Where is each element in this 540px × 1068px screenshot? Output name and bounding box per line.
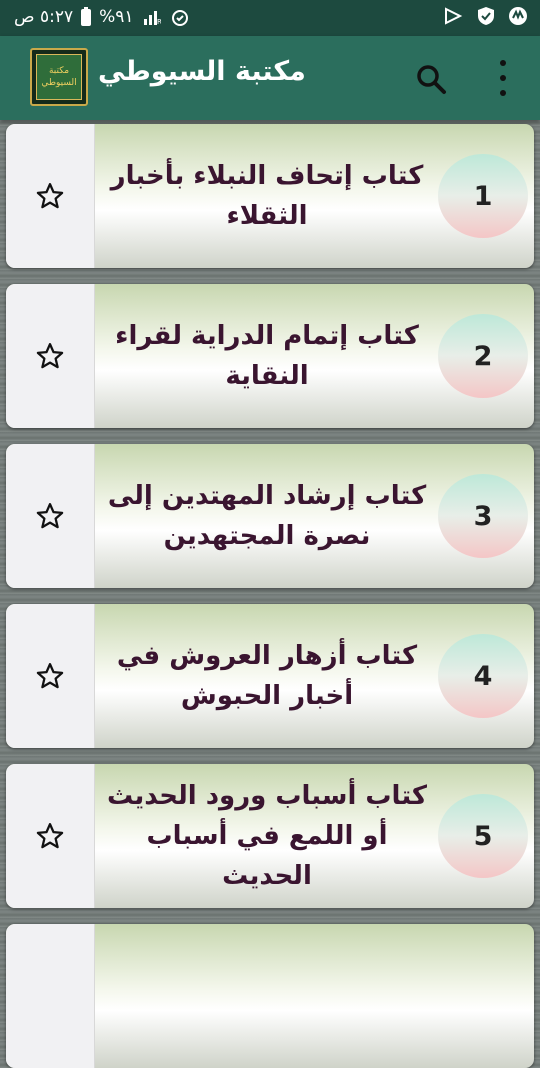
book-number: 5 [438,794,528,878]
favorite-button[interactable] [6,924,95,1068]
star-outline-icon [36,663,64,689]
favorite-button[interactable] [6,124,95,268]
favorite-button[interactable] [6,604,95,748]
clock-time: ٥:٢٧ ص [14,7,74,27]
battery-icon [81,6,92,26]
alarm-icon [170,7,190,27]
star-outline-icon [36,823,64,849]
more-vert-icon[interactable] [488,56,518,100]
app-title: مكتبة السيوطي [98,56,306,87]
menu-dot [500,60,506,66]
signal-icon: R [142,7,162,27]
favorite-button[interactable] [6,444,95,588]
logo-line-1: مكتبة [48,66,70,76]
status-left: ٥:٢٧ ص %٩١ R [14,6,190,27]
book-card-4[interactable]: كتاب أزهار العروش في أخبار الحبوش 4 [6,604,534,748]
star-outline-icon [36,343,64,369]
app-logo-inner: مكتبة السيوطي [36,54,82,100]
search-button[interactable] [414,62,448,96]
book-card-3[interactable]: كتاب إرشاد المهتدين إلى نصرة المجتهدين 3 [6,444,534,588]
menu-dot [500,90,506,96]
book-card-1[interactable]: كتاب إتحاف النبلاء بأخبار الثقلاء 1 [6,124,534,268]
menu-dot [500,75,506,81]
status-right [444,6,528,26]
app-logo: مكتبة السيوطي [30,48,88,106]
battery-percent: %٩١ [99,7,134,27]
app-icon-1 [508,6,528,26]
book-title: كتاب إتحاف النبلاء بأخبار الثقلاء [110,161,424,231]
star-outline-icon [36,503,64,529]
logo-line-2: السيوطي [41,78,77,88]
book-card-2[interactable]: كتاب إتمام الدراية لقراء النقاية 2 [6,284,534,428]
book-title: كتاب أسباب ورود الحديث أو اللمع في أسباب… [106,781,428,891]
book-title: كتاب أزهار العروش في أخبار الحبوش [116,641,418,711]
status-bar: ٥:٢٧ ص %٩١ R [0,0,540,36]
book-card-5[interactable]: كتاب أسباب ورود الحديث أو اللمع في أسباب… [6,764,534,908]
book-number: 2 [438,314,528,398]
book-number: 3 [438,474,528,558]
star-outline-icon [36,183,64,209]
app-bar: مكتبة السيوطي مكتبة السيوطي [0,36,540,120]
vpn-icon [476,6,496,26]
book-number: 1 [438,154,528,238]
book-number: 4 [438,634,528,718]
favorite-button[interactable] [6,284,95,428]
search-icon [417,65,446,94]
svg-text:R: R [157,18,161,25]
favorite-button[interactable] [6,764,95,908]
book-title: كتاب إرشاد المهتدين إلى نصرة المجتهدين [107,481,427,551]
book-card-partial[interactable] [6,924,534,1068]
play-icon [444,6,464,26]
book-title: كتاب إتمام الدراية لقراء النقاية [115,321,419,391]
